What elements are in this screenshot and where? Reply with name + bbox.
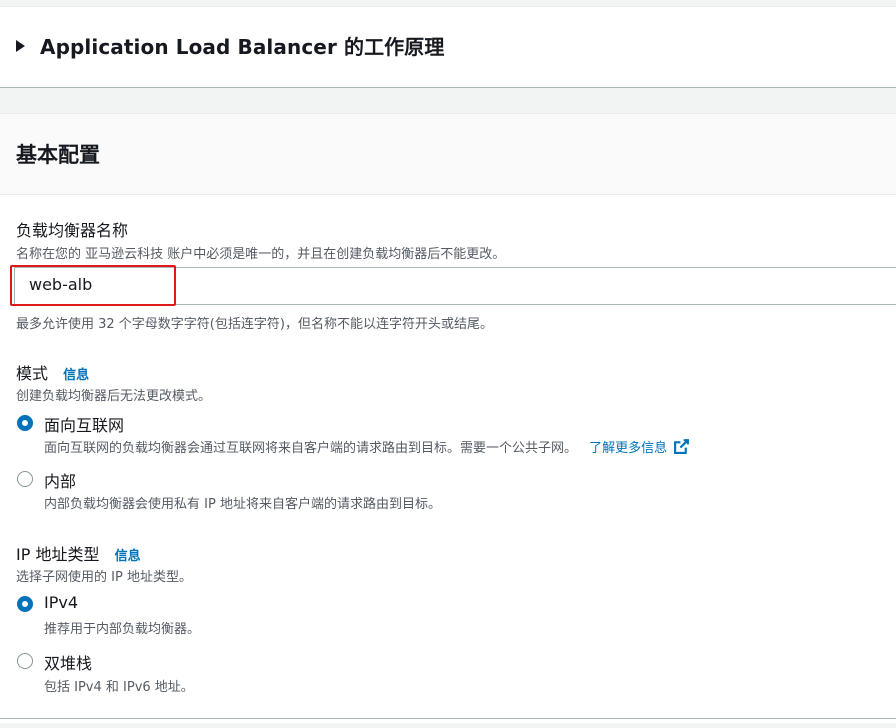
ip-type-dualstack-radio[interactable] <box>17 653 33 669</box>
external-link-icon <box>674 439 690 454</box>
caret-right-icon <box>16 40 25 52</box>
basic-config-title: 基本配置 <box>16 143 100 167</box>
scheme-internet-facing-text: 面向互联网的负载均衡器会通过互联网将来自客户端的请求路由到目标。需要一个公共子网… <box>44 441 578 456</box>
how-it-works-title: Application Load Balancer 的工作原理 <box>40 35 445 59</box>
how-it-works-expander[interactable]: Application Load Balancer 的工作原理 <box>16 31 444 60</box>
learn-more-label: 了解更多信息 <box>589 441 668 456</box>
scheme-internet-facing-label[interactable]: 面向互联网 <box>44 412 124 436</box>
ip-type-info-link[interactable]: 信息 <box>115 549 141 564</box>
scheme-internet-facing-radio[interactable] <box>17 415 33 431</box>
learn-more-link[interactable]: 了解更多信息 <box>589 439 690 456</box>
ip-type-dualstack-description: 包括 IPv4 和 IPv6 地址。 <box>44 680 194 695</box>
lb-name-input[interactable]: web-alb <box>14 267 896 305</box>
scheme-heading: 模式 信息 <box>16 360 89 384</box>
ip-type-dualstack-label[interactable]: 双堆栈 <box>44 650 92 674</box>
lb-name-input-value: web-alb <box>29 275 93 294</box>
ip-type-ipv4-label[interactable]: IPv4 <box>44 593 78 612</box>
scheme-description: 创建负载均衡器后无法更改模式。 <box>16 389 212 404</box>
lb-name-description: 名称在您的 亚马逊云科技 账户中必须是唯一的，并且在创建负载均衡器后不能更改。 <box>16 247 506 262</box>
scheme-internet-facing-description: 面向互联网的负载均衡器会通过互联网将来自客户端的请求路由到目标。需要一个公共子网… <box>44 437 690 456</box>
ip-type-ipv4-radio[interactable] <box>17 596 33 612</box>
ip-type-ipv4-description: 推荐用于内部负载均衡器。 <box>44 622 201 637</box>
scheme-internal-label[interactable]: 内部 <box>44 468 76 492</box>
scheme-info-link[interactable]: 信息 <box>63 368 89 383</box>
ip-type-label: IP 地址类型 <box>16 545 100 564</box>
scheme-internal-description: 内部负载均衡器会使用私有 IP 地址将来自客户端的请求路由到目标。 <box>44 497 441 512</box>
how-it-works-panel: Application Load Balancer 的工作原理 <box>0 6 896 88</box>
scheme-label: 模式 <box>16 364 49 383</box>
panel-bottom-divider <box>0 718 896 719</box>
basic-config-header: 基本配置 <box>0 114 896 195</box>
lb-name-label: 负载均衡器名称 <box>16 221 129 240</box>
ip-type-heading: IP 地址类型 信息 <box>16 541 141 565</box>
scheme-internal-radio[interactable] <box>17 471 33 487</box>
ip-type-description: 选择子网使用的 IP 地址类型。 <box>16 570 192 585</box>
lb-name-constraint: 最多允许使用 32 个字母数字字符(包括连字符)，但名称不能以连字符开头或结尾。 <box>16 317 493 332</box>
page: Application Load Balancer 的工作原理 基本配置 负载均… <box>0 0 896 728</box>
